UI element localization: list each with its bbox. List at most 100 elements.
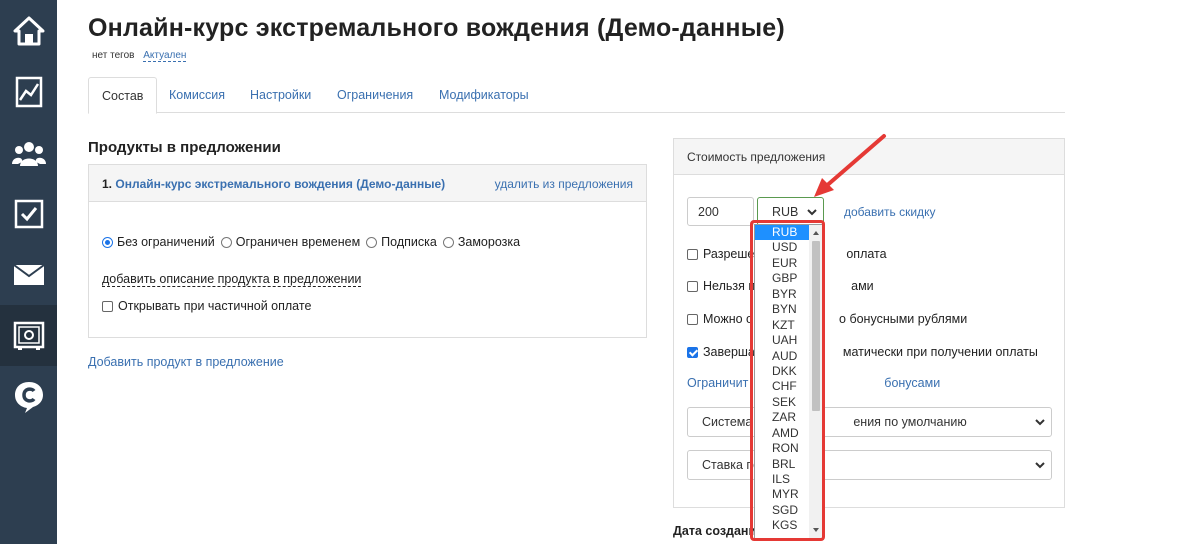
currency-option[interactable]: AMD bbox=[755, 426, 809, 441]
tab-restrictions[interactable]: Ограничения bbox=[324, 77, 426, 113]
currency-option[interactable]: CHF bbox=[755, 379, 809, 394]
currency-option[interactable]: BYN bbox=[755, 302, 809, 317]
product-number: 1. bbox=[102, 177, 113, 191]
tab-commission[interactable]: Комиссия bbox=[156, 77, 238, 113]
products-heading: Продукты в предложении bbox=[88, 139, 281, 156]
scroll-thumb[interactable] bbox=[812, 241, 820, 411]
allow-partial-checkbox[interactable] bbox=[687, 248, 698, 260]
access-option-label: Заморозка bbox=[457, 235, 521, 249]
access-type-group: Без ограничений Ограничен временем Подпи… bbox=[102, 235, 526, 249]
partial-payment-label: Открывать при частичной оплате bbox=[118, 299, 312, 313]
access-option-unlimited[interactable]: Без ограничений bbox=[102, 235, 215, 249]
sidebar bbox=[0, 0, 57, 544]
access-option-time-limited[interactable]: Ограничен временем bbox=[220, 235, 361, 249]
currency-option[interactable]: GBP bbox=[755, 271, 809, 286]
access-option-label: Ограничен временем bbox=[235, 235, 361, 249]
system-select-value-tail: ения по умолчанию bbox=[853, 415, 967, 429]
price-option-label: Разреше bbox=[703, 247, 755, 261]
currency-option[interactable]: EUR bbox=[755, 256, 809, 271]
currency-option[interactable]: AUD bbox=[755, 349, 809, 364]
currency-dropdown-list[interactable]: RUB USD EUR GBP BYR BYN KZT UAH AUD DKK CHF SEK ZAR A… bbox=[754, 224, 824, 539]
home-icon bbox=[13, 16, 44, 45]
currency-option[interactable]: KZT bbox=[755, 318, 809, 333]
tags-line: нет тегов Актуален bbox=[92, 50, 187, 62]
system-select-value: Система bbox=[702, 415, 753, 429]
sidebar-item-mail[interactable] bbox=[0, 244, 57, 305]
sidebar-item-tasks[interactable] bbox=[0, 183, 57, 244]
access-option-subscription[interactable]: Подписка bbox=[366, 235, 437, 249]
scroll-up-arrow-icon[interactable] bbox=[813, 231, 819, 235]
currency-option[interactable]: BYR bbox=[755, 287, 809, 302]
price-option-label: Можно о bbox=[703, 312, 754, 326]
currency-option[interactable]: RON bbox=[755, 441, 809, 456]
partial-payment-option[interactable]: Открывать при частичной оплате bbox=[102, 299, 311, 313]
price-amount-input[interactable]: 200 bbox=[687, 197, 754, 226]
forbid-checkbox[interactable] bbox=[687, 280, 698, 292]
product-title: 1. Онлайн-курс экстремального вождения (… bbox=[102, 177, 445, 191]
partial-payment-checkbox[interactable] bbox=[102, 300, 113, 312]
currency-option[interactable]: MYR bbox=[755, 487, 809, 502]
chat-c-icon bbox=[14, 381, 43, 413]
tab-modifiers[interactable]: Модификаторы bbox=[426, 77, 542, 113]
chart-icon bbox=[15, 76, 42, 107]
access-option-freeze[interactable]: Заморозка bbox=[442, 235, 521, 249]
price-option-auto-complete[interactable]: Заверша матически при получении оплаты bbox=[687, 345, 1038, 359]
price-option-bonus[interactable]: Можно о о бонусными рублями bbox=[687, 312, 967, 326]
currency-select-value: RUB bbox=[772, 205, 799, 219]
system-select[interactable]: Система ения по умолчанию bbox=[687, 407, 1052, 437]
product-name-link[interactable]: Онлайн-курс экстремального вождения (Дем… bbox=[115, 177, 445, 191]
price-option-label: Заверша bbox=[703, 345, 755, 359]
add-product-link[interactable]: Добавить продукт в предложение bbox=[88, 355, 284, 369]
scroll-down-arrow-icon[interactable] bbox=[813, 528, 819, 532]
add-description-link[interactable]: добавить описание продукта в предложении bbox=[102, 272, 362, 287]
access-option-label: Подписка bbox=[381, 235, 437, 249]
auto-complete-checkbox[interactable] bbox=[687, 346, 698, 358]
bonus-checkbox[interactable] bbox=[687, 313, 698, 325]
radio-time-limited[interactable] bbox=[220, 236, 232, 248]
creation-date-label: Дата создани bbox=[673, 524, 757, 538]
price-panel: Стоимость предложения 200 RUB добавить с… bbox=[673, 138, 1065, 508]
rate-select-value: Ставка по bbox=[702, 458, 761, 472]
sidebar-item-home[interactable] bbox=[0, 0, 57, 61]
currency-option[interactable]: ILS bbox=[755, 472, 809, 487]
currency-option[interactable]: DKK bbox=[755, 364, 809, 379]
bonus-limit-link-tail: бонусами bbox=[884, 376, 941, 390]
sidebar-item-sales[interactable] bbox=[0, 305, 57, 366]
price-panel-heading: Стоимость предложения bbox=[674, 139, 1064, 175]
price-option-label-tail: ами bbox=[851, 279, 874, 293]
remove-product-link[interactable]: удалить из предложения bbox=[495, 177, 633, 191]
dropdown-scrollbar[interactable] bbox=[809, 225, 823, 538]
currency-option[interactable]: BRL bbox=[755, 457, 809, 472]
currency-option[interactable]: SEK bbox=[755, 395, 809, 410]
price-option-label-tail: матически при получении оплаты bbox=[842, 345, 1038, 359]
radio-subscription[interactable] bbox=[366, 236, 378, 248]
chevron-down-icon bbox=[1035, 462, 1045, 469]
currency-option[interactable]: ZAR bbox=[755, 410, 809, 425]
price-option-label: Нельзя п bbox=[703, 279, 756, 293]
tabs-bar: Состав Комиссия Настройки Ограничения Мо… bbox=[88, 77, 1065, 114]
tab-composition[interactable]: Состав bbox=[88, 77, 158, 114]
sidebar-item-users[interactable] bbox=[0, 122, 57, 183]
currency-option[interactable]: UAH bbox=[755, 333, 809, 348]
users-icon bbox=[11, 141, 46, 166]
currency-option[interactable]: SGD bbox=[755, 503, 809, 518]
chevron-down-icon bbox=[807, 209, 817, 216]
radio-freeze[interactable] bbox=[442, 236, 454, 248]
currency-select[interactable]: RUB bbox=[757, 197, 824, 226]
tags-label: нет тегов bbox=[92, 50, 135, 61]
add-discount-link[interactable]: добавить скидку bbox=[844, 205, 935, 219]
sidebar-item-chat[interactable] bbox=[0, 366, 57, 427]
chevron-down-icon bbox=[1035, 419, 1045, 426]
sidebar-item-stats[interactable] bbox=[0, 61, 57, 122]
checkbox-icon bbox=[14, 199, 43, 228]
status-link[interactable]: Актуален bbox=[143, 50, 187, 62]
product-card: 1. Онлайн-курс экстремального вождения (… bbox=[88, 164, 647, 338]
rate-select[interactable]: Ставка по bbox=[687, 450, 1052, 480]
radio-unlimited[interactable] bbox=[102, 236, 113, 248]
tab-settings[interactable]: Настройки bbox=[237, 77, 324, 113]
currency-option[interactable]: USD bbox=[755, 240, 809, 255]
page-title: Онлайн-курс экстремального вождения (Дем… bbox=[88, 14, 785, 42]
currency-option[interactable]: KGS bbox=[755, 518, 809, 533]
bonus-limit-link-text: Ограничит bbox=[687, 376, 749, 390]
currency-option[interactable]: RUB bbox=[755, 225, 809, 241]
